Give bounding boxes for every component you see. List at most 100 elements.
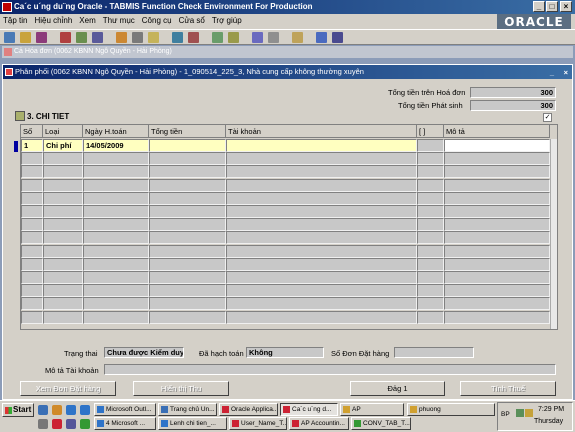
cell-mo-ta[interactable] — [444, 218, 550, 232]
taskbar-button[interactable]: Trang chủ Un... — [158, 403, 217, 416]
volume-icon[interactable] — [525, 409, 533, 417]
new-icon[interactable] — [4, 32, 15, 43]
cell-so[interactable] — [21, 257, 43, 271]
cell-tong-tien[interactable] — [149, 205, 226, 218]
network-icon[interactable] — [516, 409, 524, 417]
taskbar-button[interactable]: User_Name_T... — [229, 417, 287, 430]
cell-loai[interactable] — [43, 152, 83, 166]
cell-tong-tien[interactable] — [149, 271, 226, 284]
cell-mo-ta[interactable] — [444, 284, 550, 298]
cell-tai-khoan[interactable] — [226, 231, 417, 245]
cell-mo-ta[interactable] — [444, 244, 550, 258]
cell-flag[interactable] — [417, 191, 444, 205]
cell-so[interactable] — [21, 284, 43, 298]
cell-flag[interactable] — [417, 152, 444, 166]
edit-field-icon[interactable] — [212, 32, 223, 43]
firefox-icon[interactable] — [52, 405, 62, 415]
close-button[interactable]: × — [560, 1, 572, 12]
cell-loai[interactable] — [43, 271, 83, 284]
cell-tong-tien[interactable] — [149, 165, 226, 179]
cell-ngay[interactable] — [83, 165, 149, 179]
cell-tong-tien[interactable] — [149, 297, 226, 311]
cut-icon[interactable] — [116, 32, 127, 43]
cell-ngay[interactable] — [83, 310, 149, 324]
excel-icon[interactable] — [80, 419, 90, 429]
cell-flag[interactable] — [417, 178, 444, 192]
cell-ngay[interactable] — [83, 191, 149, 205]
cell-tong-tien[interactable] — [149, 218, 226, 232]
desktop-icon[interactable] — [38, 405, 48, 415]
minimize-button[interactable]: _ — [533, 1, 545, 12]
generated-total-field[interactable]: 300 — [470, 100, 556, 111]
cell-tong-tien[interactable] — [149, 231, 226, 245]
cell-loai[interactable] — [43, 178, 83, 192]
cell-tai-khoan[interactable] — [226, 271, 417, 284]
cell-so[interactable] — [21, 178, 43, 192]
taskbar-button[interactable]: Microsoft Outl... — [94, 403, 156, 416]
folder-icon[interactable] — [15, 111, 25, 121]
cell-mo-ta[interactable] — [444, 191, 550, 205]
taskbar-button[interactable]: AP Accountin... — [289, 417, 349, 430]
cell-so[interactable] — [21, 244, 43, 258]
status-field[interactable]: Chưa được Kiểm duyệ — [104, 347, 184, 358]
cell-tong-tien[interactable] — [149, 139, 226, 152]
cell-mo-ta[interactable] — [444, 152, 550, 166]
cell-loai[interactable] — [43, 257, 83, 271]
cell-so[interactable] — [21, 297, 43, 311]
cell-tai-khoan[interactable] — [226, 297, 417, 311]
cell-flag[interactable] — [417, 139, 444, 152]
cell-so[interactable] — [21, 152, 43, 166]
cell-flag[interactable] — [417, 271, 444, 284]
cell-flag[interactable] — [417, 205, 444, 218]
cell-tai-khoan[interactable] — [226, 244, 417, 258]
cell-tong-tien[interactable] — [149, 191, 226, 205]
cell-ngay[interactable] — [83, 244, 149, 258]
cell-so[interactable] — [21, 191, 43, 205]
help-icon[interactable] — [316, 32, 327, 43]
cell-mo-ta[interactable] — [444, 205, 550, 218]
copy-icon[interactable] — [132, 32, 143, 43]
menu-window[interactable]: Cửa sổ — [176, 16, 209, 25]
cell-loai[interactable] — [43, 297, 83, 311]
cell-tong-tien[interactable] — [149, 152, 226, 166]
cell-so[interactable] — [21, 231, 43, 245]
minimize-window-icon[interactable]: _ — [550, 66, 554, 79]
outlook-icon[interactable] — [80, 405, 90, 415]
cell-ngay[interactable] — [83, 218, 149, 232]
cell-ngay[interactable] — [83, 297, 149, 311]
folder-tools-icon[interactable] — [292, 32, 303, 43]
close-window-icon[interactable]: × — [564, 66, 568, 79]
cell-flag[interactable] — [417, 257, 444, 271]
dong1-button[interactable]: Đảg 1 — [350, 381, 445, 396]
show-all-button[interactable]: Hiển thị Thu — [133, 381, 229, 396]
cell-ngay[interactable] — [83, 257, 149, 271]
cell-flag[interactable] — [417, 218, 444, 232]
save-icon[interactable] — [36, 32, 47, 43]
cell-flag[interactable] — [417, 231, 444, 245]
menu-tools[interactable]: Công cụ — [139, 16, 176, 25]
oracle-quick-icon[interactable] — [52, 419, 62, 429]
cell-loai[interactable] — [43, 165, 83, 179]
attachments-icon[interactable] — [268, 32, 279, 43]
grid-scrollbar[interactable] — [550, 139, 557, 329]
cell-tong-tien[interactable] — [149, 244, 226, 258]
taskbar-button[interactable]: Oracle Applica... — [219, 403, 278, 416]
menu-help[interactable]: Trợ giúp — [209, 16, 246, 25]
taskbar-button[interactable]: Lenh chi tien_... — [158, 417, 227, 430]
account-desc-field[interactable] — [104, 364, 556, 375]
menu-file[interactable]: Tập tin — [0, 16, 31, 25]
cell-so[interactable] — [21, 205, 43, 218]
delete-icon[interactable] — [188, 32, 199, 43]
cell-ngay[interactable] — [83, 284, 149, 298]
cell-ngay[interactable] — [83, 152, 149, 166]
cell-loai[interactable] — [43, 244, 83, 258]
accounted-field[interactable]: Không — [246, 347, 324, 358]
taskbar-button[interactable]: phuong — [407, 403, 495, 416]
cell-loai[interactable] — [43, 191, 83, 205]
taskbar-button[interactable]: 4 Microsoft ... — [94, 417, 156, 430]
clock-time[interactable]: 7:29 PM — [538, 406, 564, 413]
cell-loai[interactable] — [43, 284, 83, 298]
navigator-icon[interactable] — [92, 32, 103, 43]
cell-mo-ta[interactable] — [444, 165, 550, 179]
cell-ngay[interactable] — [83, 231, 149, 245]
